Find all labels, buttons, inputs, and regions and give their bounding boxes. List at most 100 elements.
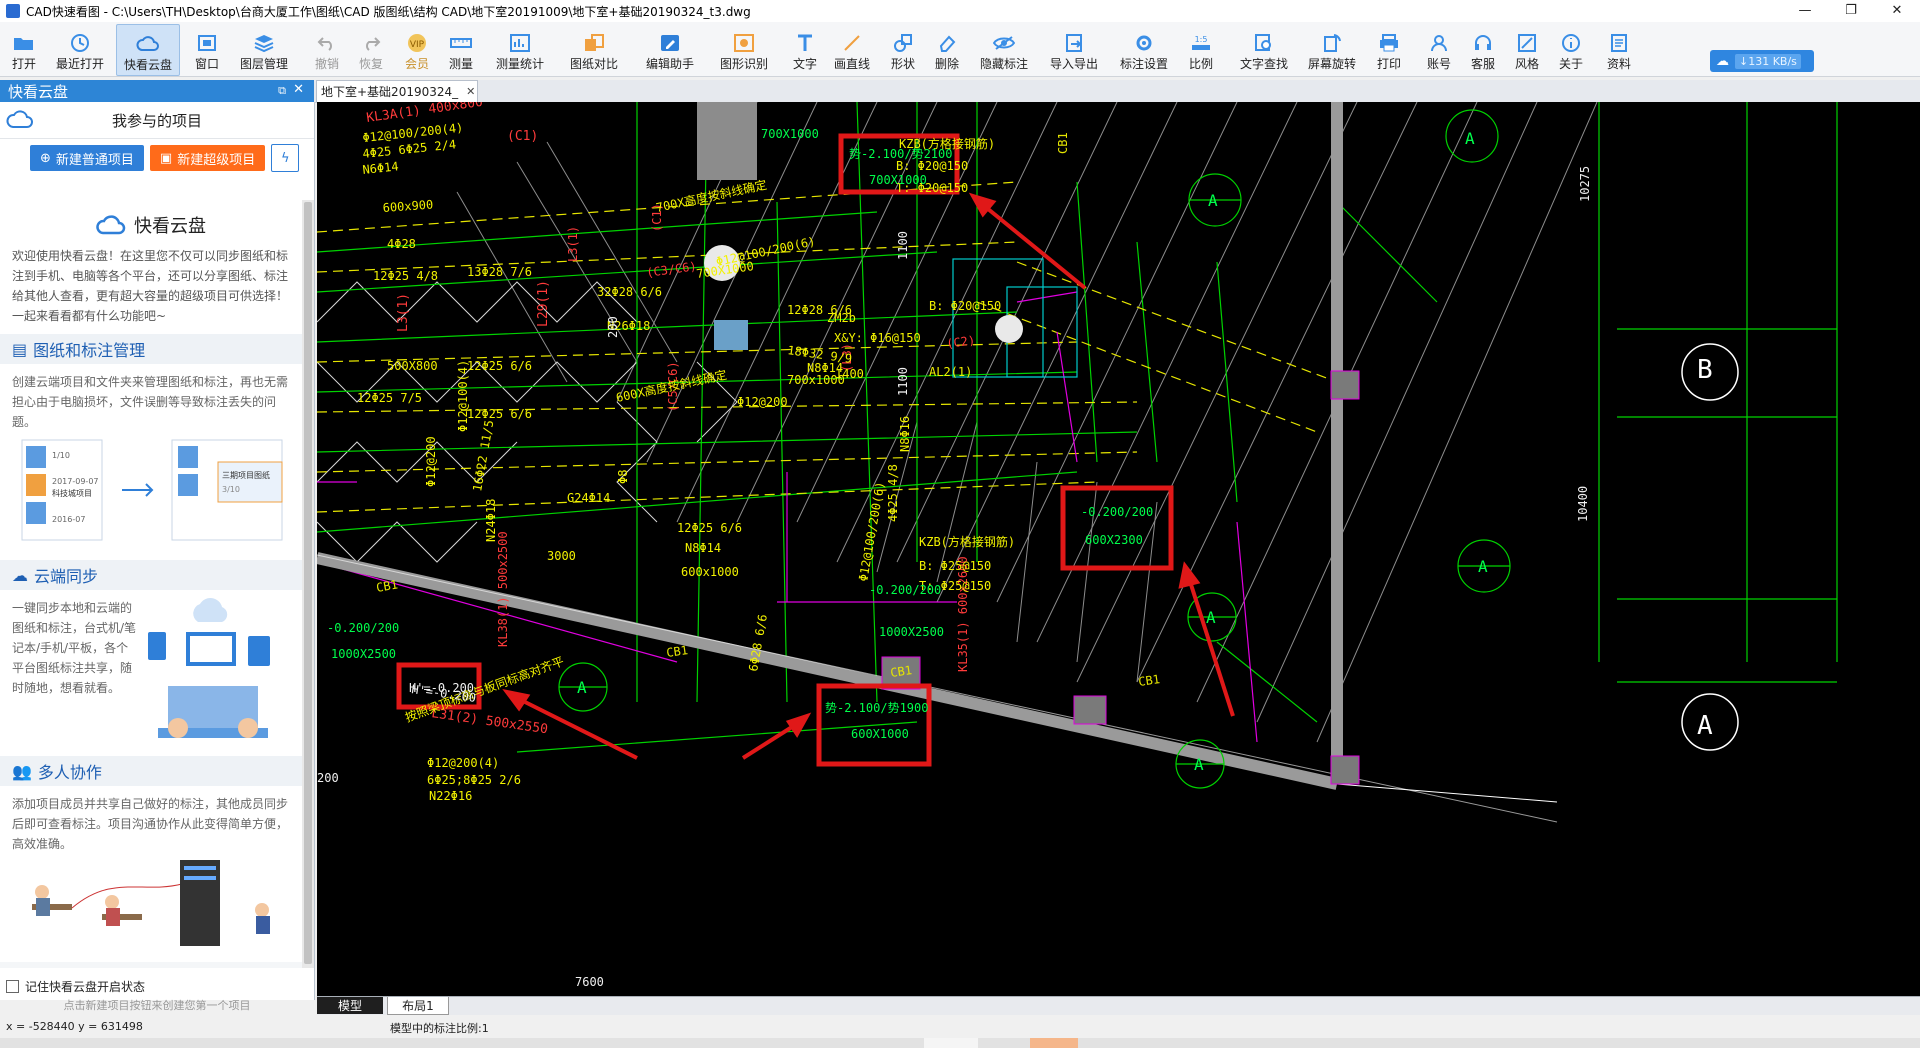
toolbar-rotate-screen-button[interactable]: 屏幕旋转 [1306,24,1358,74]
axis-bubble-label: A [1697,711,1713,741]
shape-recognize-icon [732,32,756,54]
drawing-management-illustration: 1/10 2017-09-07 科技城项目 2016-07 三期项目图纸 3/1… [12,432,290,552]
window-icon [195,32,219,54]
axis-bubble-label: A [577,678,587,697]
toolbar-print-button[interactable]: 打印 [1374,24,1404,74]
sidebar-scroll-area[interactable]: 快看云盘 欢迎使用快看云盘！在这里您不仅可以同步图纸和标注到手机、电脑等各个平台… [0,200,302,968]
sync-button[interactable]: ϟ [271,144,300,172]
toolbar-shape-recognize-button[interactable]: 图形识别 [718,24,770,74]
toolbar-about-button[interactable]: 关于 [1556,24,1586,74]
cad-annotations: KL3A(1) 400x800(C1)L3(1) L29(1)(C5/C6)L3(… [317,102,1713,989]
remember-checkbox[interactable] [6,979,19,993]
sidebar-close-icon[interactable]: ✕ [293,82,304,97]
yellow-rebar-label: 6Φ25;8Φ25 2/6 [427,773,521,787]
yellow-rebar-label: 12Φ25 7/5 [357,391,422,405]
toolbar-support-button[interactable]: 客服 [1468,24,1498,74]
section-text: 一键同步本地和云端的图纸和标注，台式机/笔记本/手机/平板，各个平台图纸标注共享… [12,601,137,695]
toolbar-style-button[interactable]: 风格 [1512,24,1542,74]
hint-text: 点击新建项目按钮来创建您第一个项目 [63,999,251,1012]
toolbar-shape-button[interactable]: 形状 [888,24,918,74]
white-dimension-label: 1100 [896,367,910,396]
toolbar-import-export-button[interactable]: 导入导出 [1048,24,1100,74]
svg-text:VIP: VIP [410,40,425,50]
white-dimension-label: CB1 [375,577,399,595]
toolbar-hide-annotation-button[interactable]: 隐藏标注 [978,24,1030,74]
remember-state-option[interactable]: 记住快看云盘开启状态 [0,975,314,997]
toolbar-annotation-settings-button[interactable]: 标注设置 [1118,24,1170,74]
close-button[interactable]: ✕ [1874,0,1920,22]
toolbar-account-button[interactable]: 账号 [1424,24,1454,74]
super-project-icon: ▣ [159,150,173,166]
toolbar-undo-button[interactable]: 撤销 [312,24,342,74]
toolbar-delete-button[interactable]: 删除 [932,24,962,74]
network-speed-indicator[interactable]: ☁ ↓131 KB/s [1710,50,1814,72]
folder-open-icon [12,32,36,54]
toolbar-redo-button[interactable]: 恢复 [356,24,386,74]
new-super-project-button[interactable]: ▣ 新建超级项目 [149,145,266,171]
white-dimension-label: 1000X2500 [331,647,396,661]
yellow-rebar-label: B: Φ20@150 [896,159,968,173]
highlight-box-text: H'=-0.200 [409,681,474,695]
svg-text:3/10: 3/10 [222,485,240,494]
toolbar-measure-stats-button[interactable]: 测量统计 [492,24,548,74]
document-tab[interactable]: 地下室+基础20190324_ ✕ [316,80,478,102]
toolbar-line-button[interactable]: 画直线 [832,24,872,74]
sidebar-scrollbar[interactable] [302,200,314,968]
toolbar-vip-button[interactable]: VIP 会员 [402,24,432,74]
toolbar-compare-button[interactable]: 图纸对比 [568,24,620,74]
new-normal-project-button[interactable]: ⊕ 新建普通项目 [30,145,144,171]
pin-icon[interactable]: ⧉ [278,84,286,98]
toolbar-window-button[interactable]: 窗口 [192,24,222,74]
scrollbar-thumb[interactable] [304,202,312,964]
toolbar-open-button[interactable]: 打开 [8,24,40,74]
tab-layout1[interactable]: 布局1 [387,997,449,1015]
minimize-button[interactable]: — [1782,0,1828,22]
tab-close-icon[interactable]: ✕ [466,85,475,98]
text-search-icon [1252,32,1276,54]
style-icon [1515,32,1539,54]
yellow-rebar-label: 1400 [835,367,864,381]
yellow-rebar-label: N6Φ14 [362,159,399,177]
users-icon: 👥 [12,761,32,781]
toolbar-scale-button[interactable]: 1:5 比例 [1186,24,1216,74]
toolbar-recent-button[interactable]: 最近打开 [54,24,106,74]
white-dimension-label: -0.200/200 [327,621,399,635]
toolbar-edit-assistant-button[interactable]: 编辑助手 [644,24,696,74]
yellow-rebar-label: N8Φ16 [898,416,912,452]
toolbar-layers-button[interactable]: 图层管理 [236,24,292,74]
axis-bubble-label: B [1697,355,1713,385]
white-dimension-label: 7600 [575,975,604,989]
cad-drawing-canvas[interactable]: KL3A(1) 400x800 (C1) L3(1) L29(1) (C5/C6) L3(… [317,102,1920,996]
toolbar-measure-button[interactable]: 测量 [446,24,476,74]
annotation-settings-icon [1132,32,1156,54]
section-drawing-management: ▤ 图纸和标注管理 [0,334,302,364]
white-dimension-label: 10400 [1576,486,1590,522]
restore-button[interactable]: ❐ [1828,0,1874,22]
yellow-rebar-label: X&Y: Φ16@150 [834,331,921,345]
highlight-box-text: 600X2300 [1085,533,1143,547]
axis-bubble-label: A [1206,608,1216,627]
document-icon [1607,32,1631,54]
highlight-box-text: 600X1000 [851,727,909,741]
document-tab-label: 地下室+基础20190324_ [321,85,459,99]
tab-model[interactable]: 模型 [317,997,383,1014]
red-beam-label: KL35(1) 600x2600 [956,556,970,672]
my-projects-row[interactable]: 我参与的项目 [0,102,314,139]
headset-icon [1471,32,1495,54]
toolbar-text-button[interactable]: 文字 [790,24,820,74]
toolbar-resources-button[interactable]: 资料 [1604,24,1634,74]
toolbar-text-search-button[interactable]: 文字查找 [1238,24,1290,74]
window-title: CAD快速看图 - C:\Users\TH\Desktop\台商大厦工作\图纸\… [26,4,751,19]
white-dimension-label: CB1 [889,663,912,680]
measure-stats-icon [508,32,532,54]
cloud-speed-icon: ☁ [1716,53,1729,69]
pile-outlines [317,281,738,563]
toolbar-cloud-button[interactable]: 快看云盘 [116,24,180,76]
red-beam-label: L29(1) [536,280,551,327]
white-dimension-label: CB1 [1137,672,1160,689]
cloud-sidebar: 快看云盘 ⧉ ✕ 我参与的项目 ⊕ 新建普通项目 ▣ 新建超级项目 ϟ 快看云盘 欢… [0,80,315,1012]
import-export-icon [1062,32,1086,54]
annotation-scale-text: 模型中的标注比例:1 [390,1022,489,1035]
axis-bubble-label: A [1194,755,1204,774]
shape-icon [891,32,915,54]
